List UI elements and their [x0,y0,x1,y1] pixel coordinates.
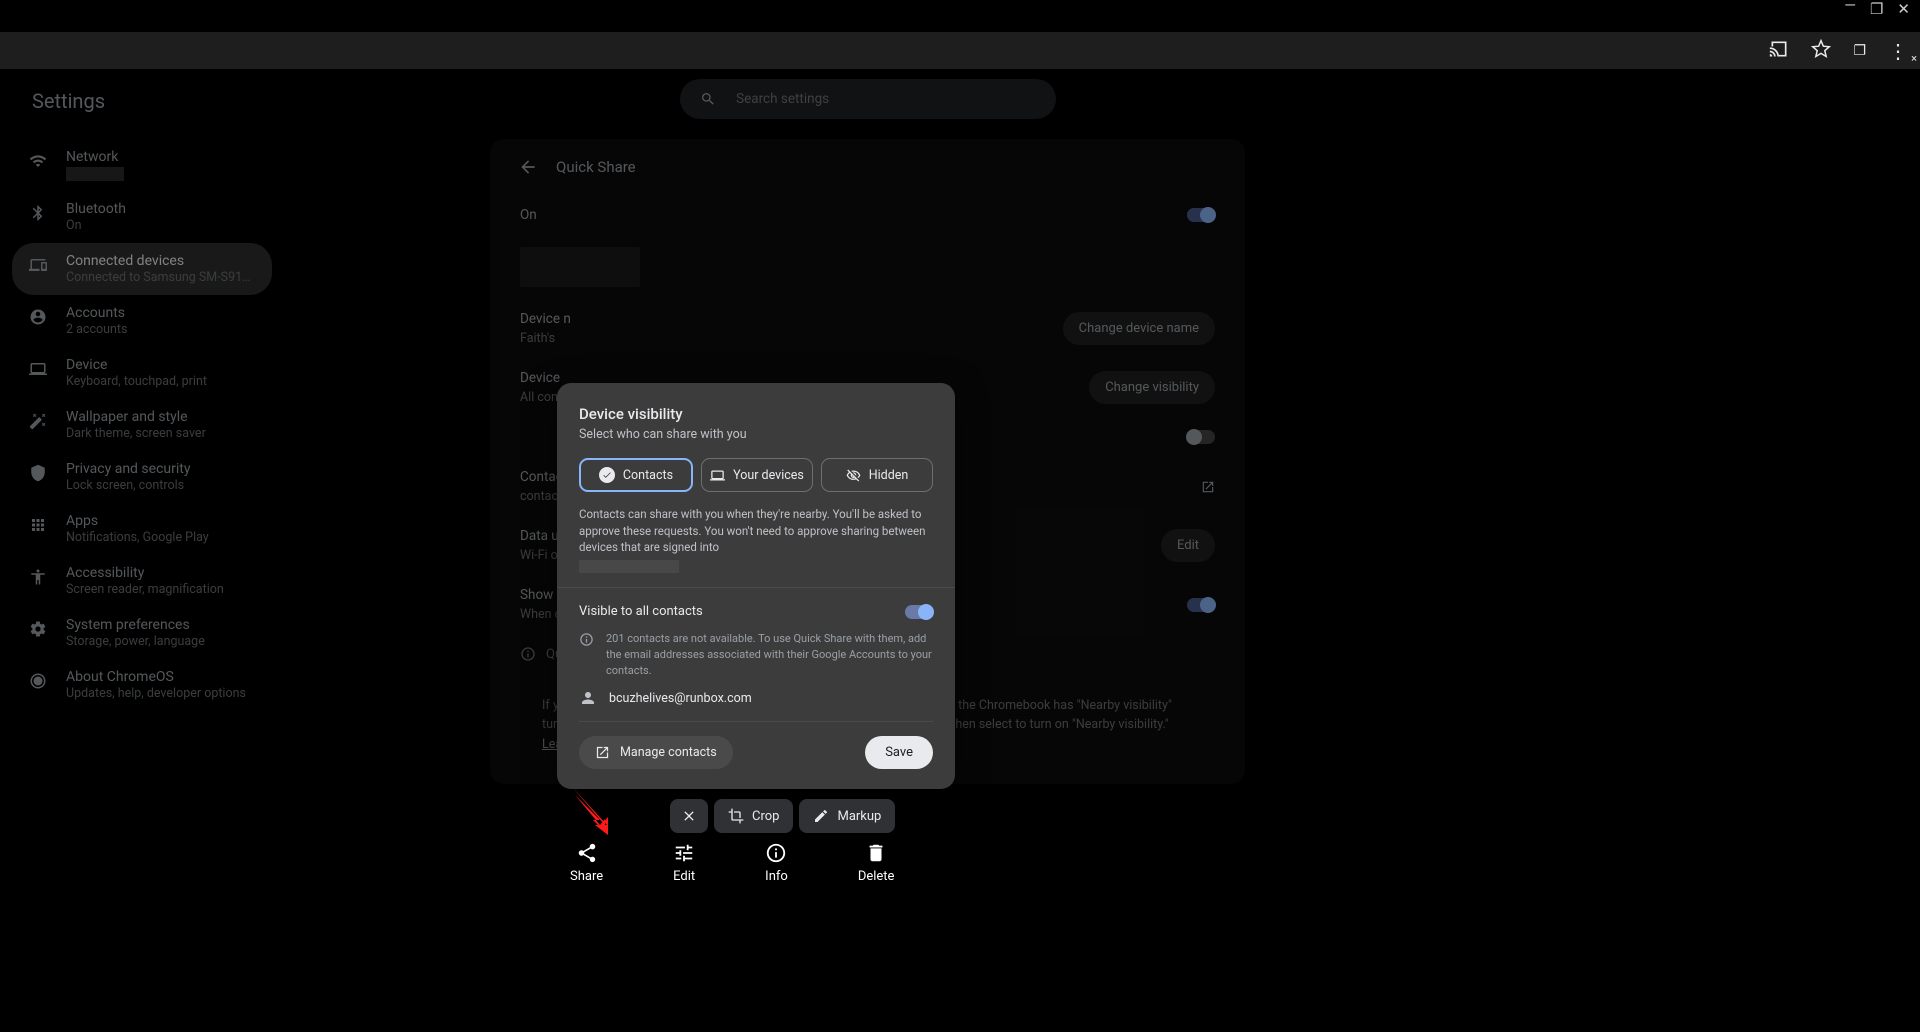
crop-button[interactable]: Crop [714,799,793,833]
manage-contacts-button[interactable]: Manage contacts [579,736,733,769]
visible-all-toggle[interactable] [905,605,933,619]
laptop-icon [710,468,725,483]
accounts-icon [28,308,48,326]
person-icon [579,689,597,707]
star-icon[interactable] [1811,39,1831,63]
visibility-value: All cont [520,390,562,405]
close-icon [681,808,697,824]
markup-icon [813,808,829,824]
search-field[interactable] [680,79,1056,119]
browser-toolbar: ❐ ⋮ [0,32,1920,69]
visibility-label: Device [520,370,562,386]
modal-note: 201 contacts are not available. To use Q… [606,631,933,679]
avatar-block [520,247,640,287]
bluetooth-icon [28,204,48,222]
info-icon [520,646,536,662]
app-header: Settings [0,69,1920,133]
modal-subtitle: Select who can share with you [579,427,933,442]
delete-icon [865,842,887,864]
save-button[interactable]: Save [865,736,933,769]
network-icon [28,152,48,170]
device-name-label: Device n [520,311,571,327]
panel-back-icon[interactable] [518,157,538,177]
search-icon [700,90,716,108]
sidebar: NetworkBluetoothOnConnected devicesConne… [12,139,272,711]
share-action[interactable]: Share [570,842,603,884]
contact-email: bcuzhelives@runbox.com [609,691,752,706]
modal-title: Device visibility [579,405,933,423]
edit-button[interactable]: Edit [1161,529,1215,562]
sidebar-item-bluetooth[interactable]: BluetoothOn [12,191,272,243]
sidebar-item-wallpaper[interactable]: Wallpaper and styleDark theme, screen sa… [12,399,272,451]
annotation-arrow [565,785,615,835]
window-controls: — ❐ ✕ [1834,0,1920,18]
sidebar-item-accessibility[interactable]: AccessibilityScreen reader, magnificatio… [12,555,272,607]
device-name-value: Faith's [520,331,571,346]
hidden-icon [846,468,861,483]
open-external-icon[interactable] [1201,480,1215,494]
info-icon [579,632,594,647]
sidebar-item-network[interactable]: Network [12,139,272,191]
minimize-button[interactable]: — [1844,0,1856,14]
share-icon [576,842,598,864]
visible-all-label: Visible to all contacts [579,604,703,619]
delete-action[interactable]: Delete [858,842,895,884]
show-toggle[interactable] [1187,598,1215,612]
about-icon [28,672,48,690]
open-icon [595,745,610,760]
modal-description: Contacts can share with you when they're… [579,506,933,573]
connected-icon [28,256,48,274]
wallpaper-icon [28,412,48,430]
info-action[interactable]: Info [765,842,788,884]
sidebar-item-privacy[interactable]: Privacy and securityLock screen, control… [12,451,272,503]
on-toggle[interactable] [1187,208,1215,222]
markup-button[interactable]: Markup [799,799,895,833]
info-icon [765,842,787,864]
opt-your-devices[interactable]: Your devices [701,458,813,492]
sidebar-item-apps[interactable]: AppsNotifications, Google Play [12,503,272,555]
close-button[interactable]: ✕ [1897,0,1910,18]
visibility-segmented: Contacts Your devices Hidden [579,458,933,492]
restore-icon[interactable]: ❐ [1853,43,1866,59]
page-title: Settings [32,89,105,113]
edit-action[interactable]: Edit [673,842,695,884]
system-icon [28,620,48,638]
apps-icon [28,516,48,534]
sidebar-item-about[interactable]: About ChromeOSUpdates, help, developer o… [12,659,272,711]
accessibility-icon [28,568,48,586]
sidebar-item-device[interactable]: DeviceKeyboard, touchpad, print [12,347,272,399]
panel-title: Quick Share [556,158,636,176]
bottom-actions: Share Edit Info Delete [570,842,894,884]
cast-icon[interactable] [1769,39,1789,63]
row-toggle-1[interactable] [1187,430,1215,444]
sidebar-item-connected[interactable]: Connected devicesConnected to Samsung SM… [12,243,272,295]
sidebar-item-accounts[interactable]: Accounts2 accounts [12,295,272,347]
privacy-icon [28,464,48,482]
search-input[interactable] [736,91,1036,107]
on-label: On [520,207,537,223]
close-toolbar-button[interactable] [670,799,708,833]
maximize-button[interactable]: ❐ [1870,0,1883,18]
opt-hidden[interactable]: Hidden [821,458,933,492]
opt-contacts[interactable]: Contacts [579,458,693,492]
device-icon [28,360,48,378]
tune-icon [673,842,695,864]
device-visibility-modal: Device visibility Select who can share w… [557,383,955,789]
change-visibility-button[interactable]: Change visibility [1089,371,1215,404]
sidebar-item-system[interactable]: System preferencesStorage, power, langua… [12,607,272,659]
kebab-menu-icon[interactable]: ⋮ [1888,41,1908,61]
screenshot-toolbar: Crop Markup [670,799,895,833]
crop-icon [728,808,744,824]
change-device-name-button[interactable]: Change device name [1063,312,1215,345]
